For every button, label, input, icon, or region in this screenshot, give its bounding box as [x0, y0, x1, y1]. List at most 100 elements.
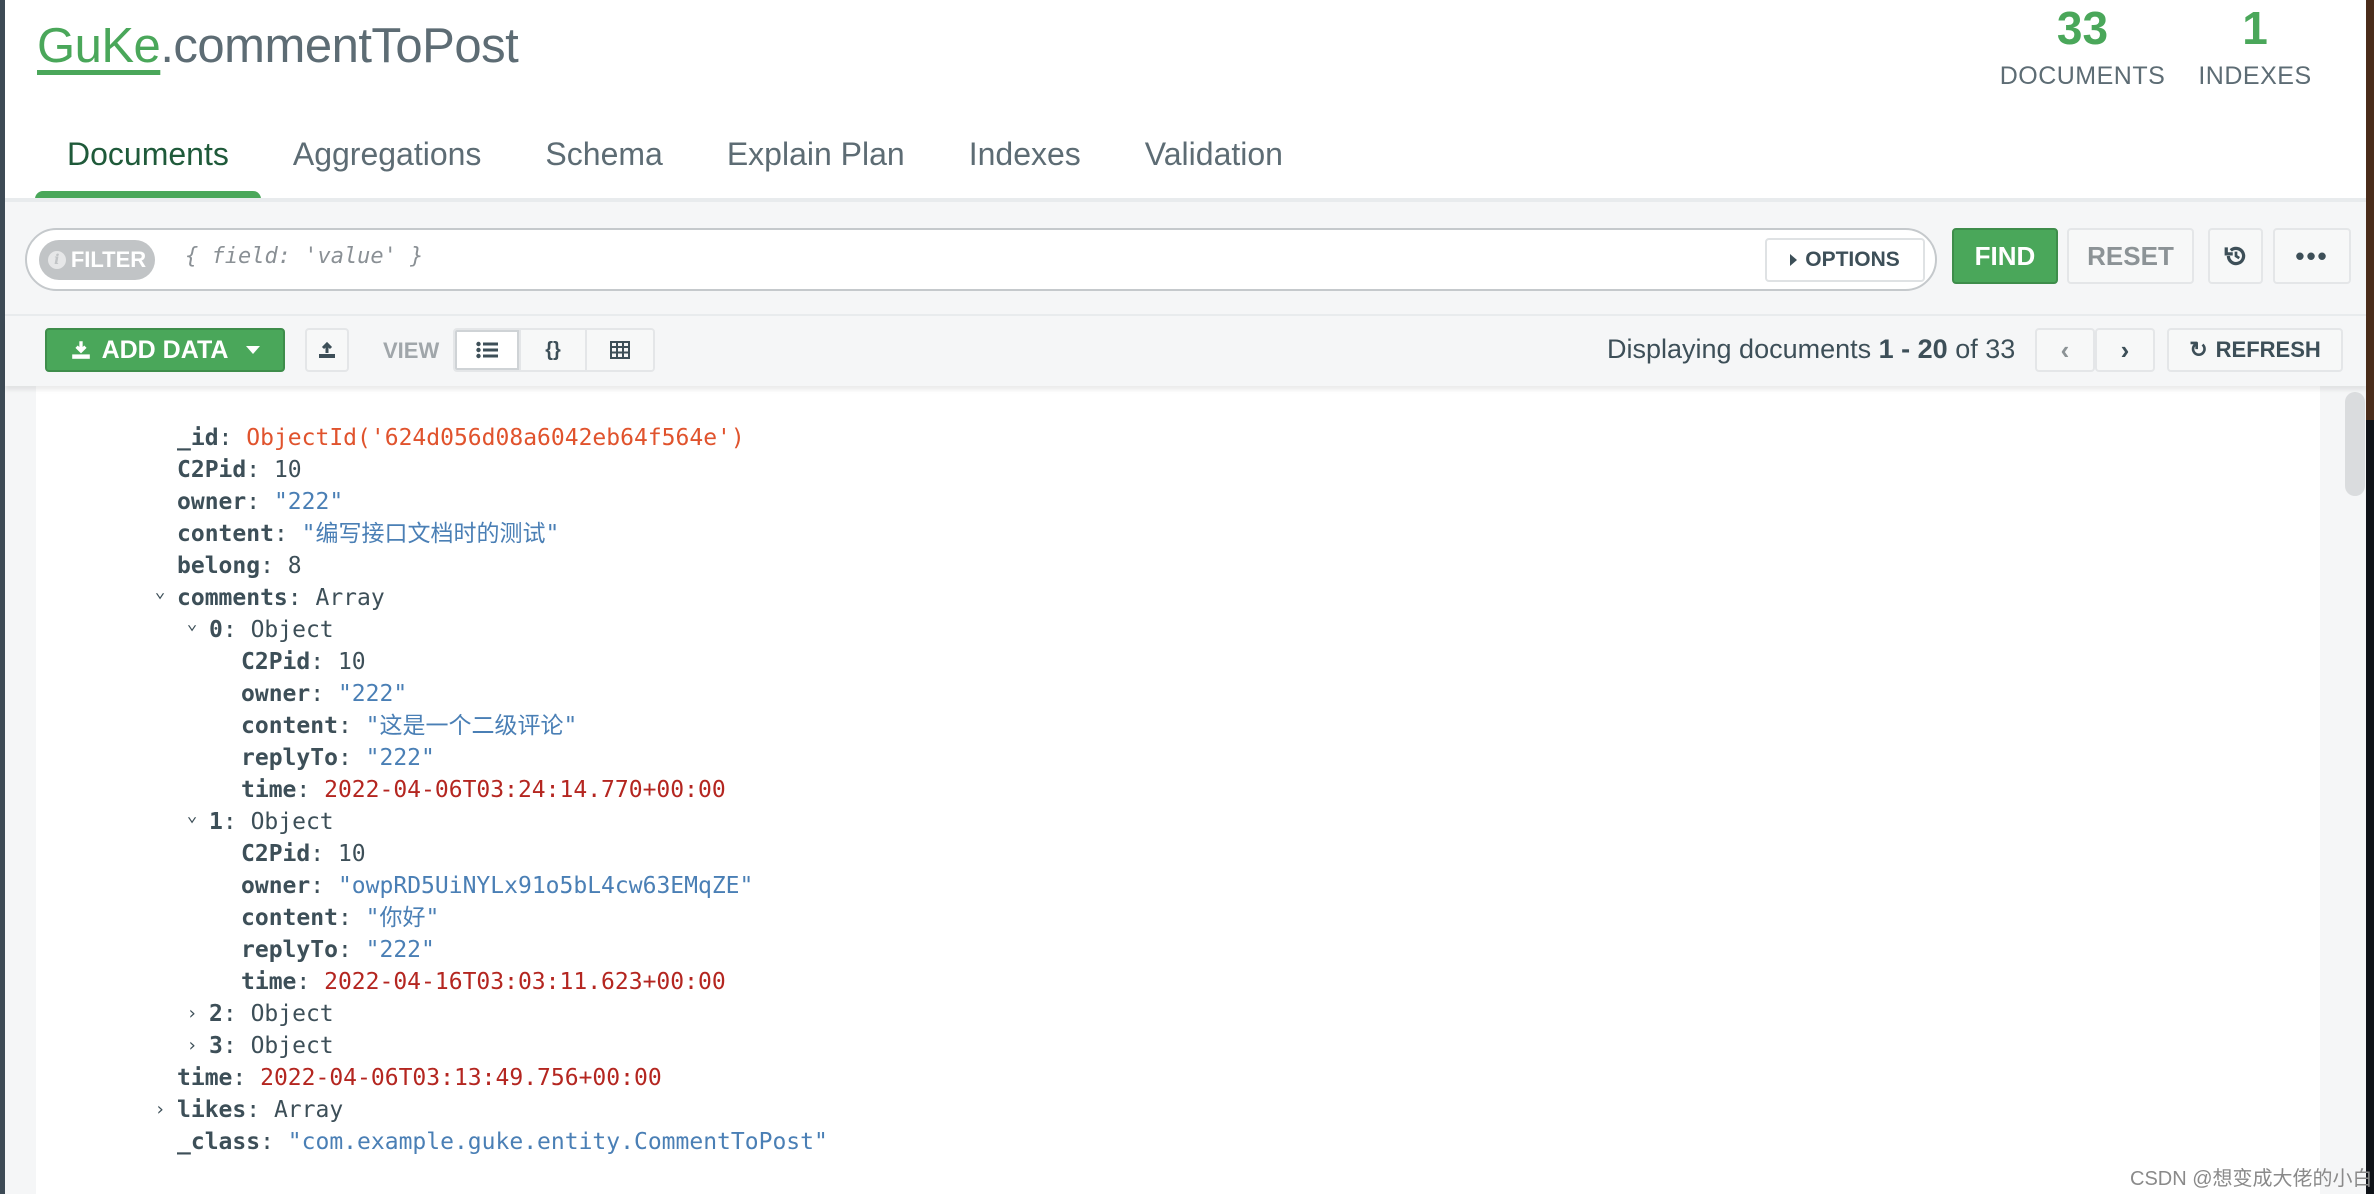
field-separator: :	[222, 1001, 251, 1027]
add-data-button[interactable]: ADD DATA	[45, 328, 285, 372]
options-button[interactable]: OPTIONS	[1765, 238, 1925, 282]
tab-documents[interactable]: Documents	[35, 128, 261, 200]
field-key: owner	[241, 681, 311, 707]
previous-page-button[interactable]: ‹	[2035, 328, 2095, 372]
field-key: owner	[177, 489, 247, 515]
window-right-edge	[2366, 0, 2374, 1194]
field-separator: :	[337, 713, 366, 739]
chevron-right-icon[interactable]: ›	[183, 1030, 201, 1062]
field-separator: :	[337, 745, 366, 771]
more-options-button[interactable]: •••	[2273, 228, 2351, 284]
field-separator: :	[260, 1129, 288, 1155]
field-key: content	[241, 713, 338, 739]
field-separator: :	[232, 1065, 261, 1091]
field-separator: :	[310, 681, 338, 707]
indexes-count-stat: 1 INDEXES	[2195, 0, 2315, 91]
tab-validation[interactable]: Validation	[1113, 128, 1315, 200]
view-label: VIEW	[383, 338, 440, 363]
table-view-button[interactable]	[587, 330, 653, 370]
field-separator: :	[222, 1033, 251, 1059]
paging-of: of	[1947, 334, 1986, 364]
field-separator: :	[310, 841, 338, 867]
documents-count: 33	[2056, 2, 2109, 54]
field-key: C2Pid	[177, 457, 247, 483]
paging-range: 1 - 20	[1878, 334, 1948, 364]
reset-button[interactable]: RESET	[2067, 228, 2194, 284]
field-value: "这是一个二级评论"	[365, 713, 578, 739]
field-separator: :	[296, 969, 325, 995]
field-value: 2022-04-06T03:24:14.770+00:00	[324, 777, 726, 803]
paging-total: 33	[1985, 334, 2016, 364]
field-key: likes	[177, 1097, 247, 1123]
field-separator: :	[287, 585, 316, 611]
chevron-left-icon: ‹	[2060, 334, 2070, 365]
field-key: 1	[209, 809, 223, 835]
field-key: belong	[177, 553, 261, 579]
scrollbar-thumb[interactable]	[2345, 392, 2365, 496]
field-value: Object	[250, 1001, 334, 1027]
field-value: 2022-04-16T03:03:11.623+00:00	[324, 969, 726, 995]
tab-indexes[interactable]: Indexes	[937, 128, 1113, 200]
field-key: 3	[209, 1033, 223, 1059]
field-value: "owpRD5UiNYLx91o5bL4cw63EMqZE"	[337, 873, 754, 899]
chevron-right-icon[interactable]: ›	[183, 998, 201, 1030]
refresh-button[interactable]: ↻ REFRESH	[2167, 328, 2343, 372]
field-separator: :	[246, 489, 274, 515]
field-key: time	[241, 969, 297, 995]
list-view-button[interactable]	[455, 330, 521, 370]
field-key: time	[177, 1065, 233, 1091]
json-view-button[interactable]: {}	[521, 330, 587, 370]
chevron-down-icon[interactable]: ⌄	[151, 576, 169, 608]
field-separator: :	[310, 649, 338, 675]
field-key: C2Pid	[241, 649, 311, 675]
add-data-label: ADD DATA	[101, 335, 229, 364]
chevron-down-icon[interactable]: ⌄	[183, 608, 201, 640]
field-key: 2	[209, 1001, 223, 1027]
export-collection-button[interactable]	[305, 328, 349, 372]
field-key: _class	[177, 1129, 261, 1155]
field-value: 10	[337, 649, 366, 675]
filter-pill[interactable]: i FILTER	[39, 240, 155, 280]
chevron-right-icon: ›	[2120, 334, 2130, 365]
field-separator: :	[337, 905, 366, 931]
tab-schema[interactable]: Schema	[513, 128, 694, 200]
field-value: "你好"	[365, 905, 440, 931]
chevron-right-icon[interactable]: ›	[151, 1094, 169, 1126]
caret-right-icon	[1790, 254, 1798, 266]
field-value: Object	[250, 1033, 334, 1059]
options-label: OPTIONS	[1805, 248, 1900, 271]
field-separator: :	[246, 457, 274, 483]
upload-icon	[319, 341, 335, 358]
filter-input[interactable]	[185, 244, 1745, 269]
field-separator: :	[218, 425, 247, 451]
database-link[interactable]: GuKe	[37, 19, 161, 73]
field-separator: :	[246, 1097, 274, 1123]
list-icon	[476, 341, 498, 359]
refresh-label: REFRESH	[2215, 337, 2321, 362]
field-separator: :	[222, 809, 251, 835]
field-value: Array	[315, 585, 385, 611]
collection-name: .commentToPost	[160, 19, 519, 73]
field-value: "222"	[273, 489, 344, 515]
tab-explain-plan[interactable]: Explain Plan	[695, 128, 937, 200]
field-key: C2Pid	[241, 841, 311, 867]
chevron-down-icon[interactable]: ⌄	[183, 800, 201, 832]
field-key: replyTo	[241, 937, 338, 963]
field-separator: :	[260, 553, 288, 579]
field-value: 10	[273, 457, 302, 483]
field-value: Object	[250, 617, 334, 643]
tab-aggregations[interactable]: Aggregations	[261, 128, 514, 200]
field-value: 10	[337, 841, 366, 867]
field-key: replyTo	[241, 745, 338, 771]
field-value: "编写接口文档时的测试"	[301, 521, 560, 547]
table-icon	[610, 341, 630, 359]
document-card[interactable]: _id: ObjectId('624d056d08a6042eb64f564e'…	[36, 386, 2320, 1194]
documents-count-label: DOCUMENTS	[1999, 62, 2166, 90]
ellipsis-icon: •••	[2295, 240, 2329, 271]
find-button[interactable]: FIND	[1952, 228, 2058, 284]
query-history-button[interactable]	[2208, 228, 2263, 284]
collection-title: GuKe.commentToPost	[37, 18, 519, 74]
field-value: "222"	[365, 937, 435, 963]
next-page-button[interactable]: ›	[2095, 328, 2155, 372]
query-bar: i FILTER OPTIONS FIND RESET •••	[5, 202, 2366, 316]
